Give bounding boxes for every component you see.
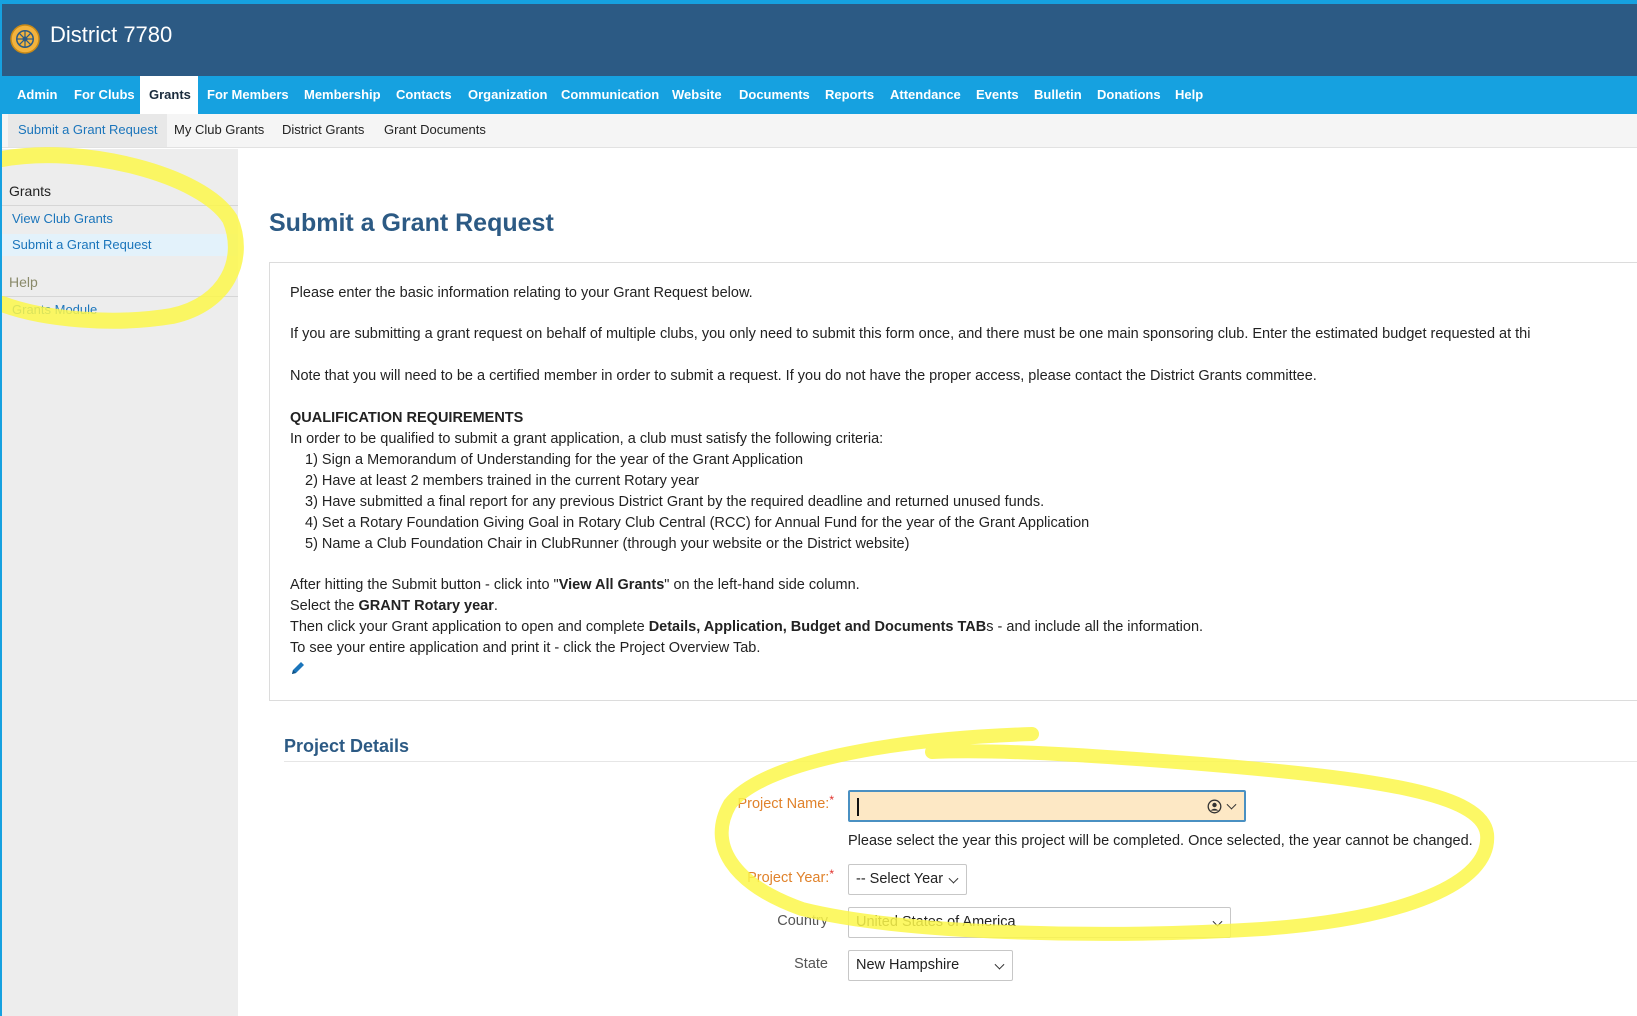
sidebar-item-view-club-grants[interactable]: View Club Grants bbox=[12, 211, 113, 226]
intro-paragraph: Note that you will need to be a certifie… bbox=[290, 368, 1317, 384]
project-name-label: Project Name:* bbox=[737, 793, 834, 812]
nav-organization[interactable]: Organization bbox=[459, 76, 556, 114]
subnav-district-grants[interactable]: District Grants bbox=[272, 114, 374, 147]
nav-membership[interactable]: Membership bbox=[295, 76, 390, 114]
nav-events[interactable]: Events bbox=[967, 76, 1028, 114]
instruction-line: Select the GRANT Rotary year. bbox=[290, 598, 498, 614]
app-window: District 7780 Admin For Clubs Grants For… bbox=[0, 0, 1637, 1016]
country-label: Country bbox=[777, 913, 828, 929]
project-year-select[interactable]: -- Select Year bbox=[848, 864, 967, 895]
sidebar: Grants View Club Grants Submit a Grant R… bbox=[2, 149, 238, 1016]
sidebar-heading-grants: Grants bbox=[9, 183, 52, 199]
divider bbox=[2, 296, 238, 297]
project-name-input[interactable] bbox=[848, 790, 1246, 822]
intro-paragraph: Please enter the basic information relat… bbox=[290, 285, 753, 301]
nav-bulletin[interactable]: Bulletin bbox=[1025, 76, 1091, 114]
criteria-item: 5) Name a Club Foundation Chair in ClubR… bbox=[305, 536, 910, 552]
nav-reports[interactable]: Reports bbox=[816, 76, 883, 114]
page-title: Submit a Grant Request bbox=[269, 209, 554, 237]
sidebar-item-grants-module[interactable]: Grants Module bbox=[12, 302, 97, 317]
nav-website[interactable]: Website bbox=[663, 76, 731, 114]
user-icon[interactable] bbox=[1207, 799, 1222, 814]
nav-grants[interactable]: Grants bbox=[140, 76, 198, 114]
nav-contacts[interactable]: Contacts bbox=[387, 76, 461, 114]
subnav-my-club-grants[interactable]: My Club Grants bbox=[164, 114, 274, 147]
project-year-help-text: Please select the year this project will… bbox=[848, 833, 1473, 849]
chevron-down-icon bbox=[994, 959, 1005, 970]
text-cursor bbox=[857, 798, 859, 816]
sidebar-item-submit-grant-request[interactable]: Submit a Grant Request bbox=[12, 237, 151, 252]
criteria-item: 3) Have submitted a final report for any… bbox=[305, 494, 1045, 510]
nav-attendance[interactable]: Attendance bbox=[881, 76, 970, 114]
divider bbox=[284, 761, 1637, 762]
nav-admin[interactable]: Admin bbox=[8, 76, 66, 114]
site-title[interactable]: District 7780 bbox=[50, 22, 172, 48]
intro-paragraph: If you are submitting a grant request on… bbox=[290, 326, 1531, 342]
instruction-line: After hitting the Submit button - click … bbox=[290, 577, 860, 593]
site-header: District 7780 bbox=[2, 4, 1637, 76]
chevron-down-icon[interactable] bbox=[1226, 799, 1237, 810]
rotary-wheel-icon[interactable] bbox=[8, 22, 42, 56]
instruction-line: Then click your Grant application to ope… bbox=[290, 619, 1204, 635]
qualification-intro: In order to be qualified to submit a gra… bbox=[290, 431, 884, 447]
country-select[interactable]: United States of America bbox=[848, 907, 1231, 938]
criteria-item: 1) Sign a Memorandum of Understanding fo… bbox=[305, 452, 804, 468]
subnav-grant-documents[interactable]: Grant Documents bbox=[374, 114, 496, 147]
sidebar-heading-help: Help bbox=[9, 274, 38, 290]
state-label: State bbox=[794, 956, 828, 972]
nav-communication[interactable]: Communication bbox=[552, 76, 668, 114]
nav-for-clubs[interactable]: For Clubs bbox=[65, 76, 144, 114]
qualification-heading: QUALIFICATION REQUIREMENTS bbox=[290, 410, 524, 426]
pencil-icon[interactable] bbox=[290, 660, 306, 676]
divider bbox=[2, 205, 238, 206]
chevron-down-icon bbox=[948, 873, 959, 884]
section-title-project-details: Project Details bbox=[284, 736, 410, 756]
criteria-item: 4) Set a Rotary Foundation Giving Goal i… bbox=[305, 515, 1090, 531]
nav-help[interactable]: Help bbox=[1166, 76, 1212, 114]
nav-documents[interactable]: Documents bbox=[730, 76, 819, 114]
chevron-down-icon bbox=[1212, 916, 1223, 927]
state-select[interactable]: New Hampshire bbox=[848, 950, 1013, 981]
instruction-line: To see your entire application and print… bbox=[290, 640, 761, 656]
subnav-submit-grant-request[interactable]: Submit a Grant Request bbox=[8, 114, 168, 147]
main-nav: Admin For Clubs Grants For Members Membe… bbox=[2, 76, 1637, 114]
nav-donations[interactable]: Donations bbox=[1088, 76, 1170, 114]
project-year-label: Project Year:* bbox=[747, 867, 834, 886]
sub-nav: Submit a Grant Request My Club Grants Di… bbox=[2, 114, 1637, 148]
criteria-item: 2) Have at least 2 members trained in th… bbox=[305, 473, 700, 489]
nav-for-members[interactable]: For Members bbox=[198, 76, 298, 114]
